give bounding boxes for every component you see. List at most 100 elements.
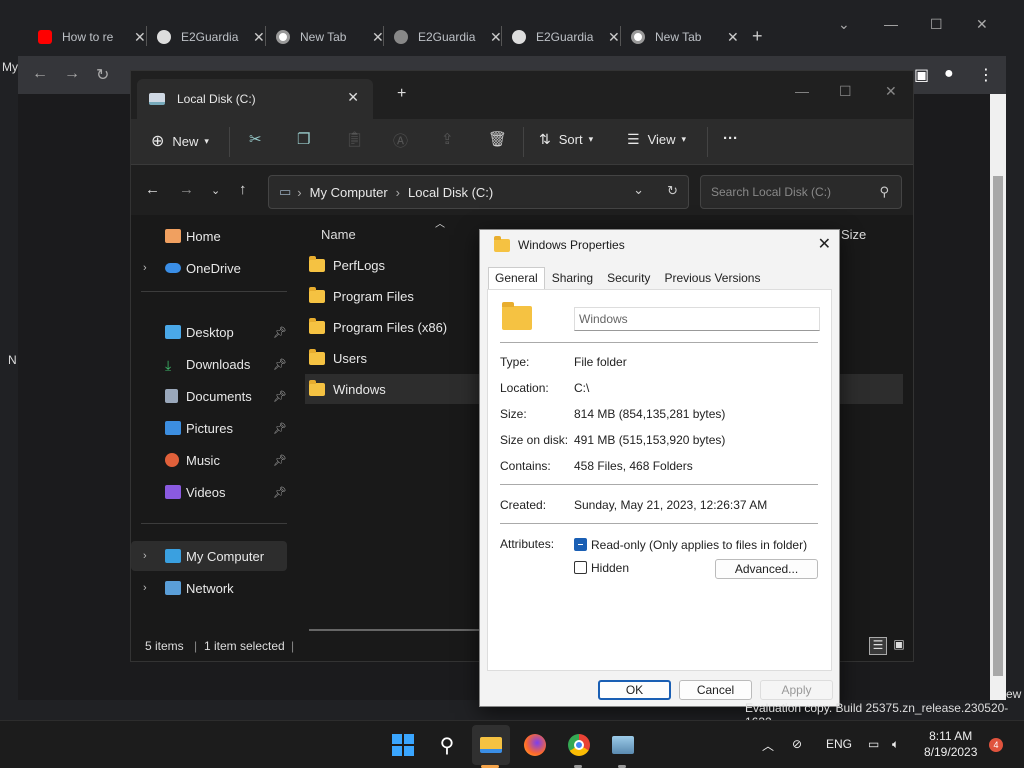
new-button[interactable]: ⊕ New ▾ — [151, 131, 209, 151]
chevron-right-icon[interactable]: › — [143, 582, 147, 594]
tab-general[interactable]: General — [488, 267, 545, 289]
chevron-up-icon[interactable]: ︿ — [762, 737, 774, 754]
more-options-icon[interactable]: ··· — [723, 130, 738, 147]
photos-taskbar-icon[interactable] — [609, 731, 637, 759]
chrome-taskbar-icon[interactable] — [565, 731, 593, 759]
column-header-size[interactable]: Size — [841, 227, 866, 242]
tab-security[interactable]: Security — [600, 267, 657, 289]
tab-previous-versions[interactable]: Previous Versions — [657, 267, 767, 289]
scrollbar-thumb[interactable] — [993, 176, 1003, 676]
pin-icon[interactable]: 📌︎ — [273, 358, 287, 371]
explorer-tab[interactable]: Local Disk (C:) ✕ — [137, 79, 373, 119]
cut-icon[interactable]: ✂ — [249, 130, 262, 148]
minimize-icon[interactable]: — — [795, 83, 809, 99]
close-icon[interactable]: ✕ — [976, 16, 988, 33]
pin-icon[interactable]: 📌︎ — [273, 454, 287, 467]
start-button[interactable] — [389, 731, 417, 759]
breadcrumb-my-computer[interactable]: My Computer — [310, 185, 388, 200]
folder-name-field[interactable]: Windows — [574, 307, 820, 331]
horizontal-scrollbar[interactable] — [309, 629, 479, 631]
profile-icon[interactable]: ● — [944, 65, 954, 83]
sidebar-item-my-computer[interactable]: › My Computer — [131, 541, 287, 571]
sidebar-item-videos[interactable]: Videos 📌︎ — [131, 477, 287, 507]
pin-icon[interactable]: 📌︎ — [273, 422, 287, 435]
sidebar-item-network[interactable]: › Network — [131, 573, 287, 603]
copy-icon[interactable]: ❐ — [297, 130, 310, 148]
chrome-tab[interactable]: E2Guardia ✕ — [157, 24, 265, 50]
back-icon[interactable]: ← — [32, 65, 48, 83]
close-icon[interactable]: ✕ — [372, 29, 384, 46]
chrome-tab[interactable]: New Tab ✕ — [631, 24, 739, 50]
sidebar-item-documents[interactable]: Documents 📌︎ — [131, 381, 287, 411]
recent-locations-icon[interactable]: ⌄ — [211, 184, 220, 197]
breadcrumb-local-disk[interactable]: Local Disk (C:) — [408, 185, 493, 200]
chrome-tab[interactable]: E2Guardia ✕ — [512, 24, 620, 50]
close-icon[interactable]: ✕ — [253, 29, 265, 46]
pin-icon[interactable]: 📌︎ — [273, 390, 287, 403]
maximize-icon[interactable]: ☐ — [930, 16, 943, 33]
page-scrollbar[interactable] — [990, 94, 1006, 700]
hidden-checkbox[interactable] — [574, 561, 587, 574]
ok-button[interactable]: OK — [598, 680, 671, 700]
chevron-down-icon[interactable]: ⌄ — [633, 182, 644, 198]
menu-icon[interactable]: ⋮ — [978, 65, 994, 85]
forward-icon[interactable]: → — [64, 65, 80, 83]
forward-icon[interactable]: → — [179, 181, 194, 198]
advanced-button[interactable]: Advanced... — [715, 559, 818, 579]
new-tab-icon[interactable]: + — [752, 26, 763, 47]
pin-icon[interactable]: 📌︎ — [273, 486, 287, 499]
details-view-icon[interactable]: ☰ — [869, 637, 887, 655]
close-icon[interactable]: ✕ — [818, 234, 831, 254]
view-button[interactable]: ☰ View ▾ — [627, 131, 686, 148]
refresh-icon[interactable]: ↻ — [667, 183, 678, 199]
maximize-icon[interactable]: ☐ — [839, 83, 852, 100]
search-input[interactable]: Search Local Disk (C:) ⚲ — [700, 175, 902, 209]
language-indicator[interactable]: ENG — [826, 737, 852, 751]
close-icon[interactable]: ✕ — [608, 29, 620, 46]
chrome-tab[interactable]: E2Guardia ✕ — [394, 24, 502, 50]
rename-icon[interactable]: Ⓐ — [393, 130, 408, 151]
network-offline-icon[interactable]: ⊘ — [792, 737, 802, 751]
apply-button[interactable]: Apply — [760, 680, 833, 700]
tiles-view-icon[interactable]: ▣ — [891, 637, 907, 653]
display-icon[interactable]: ▭ — [868, 737, 879, 751]
address-bar[interactable]: ▭ › My Computer › Local Disk (C:) ⌄ ↻ — [268, 175, 689, 209]
system-clock[interactable]: 8:11 AM 8/19/2023 — [924, 728, 977, 760]
volume-icon[interactable]: 🔈︎ — [892, 737, 899, 752]
close-icon[interactable]: ✕ — [727, 29, 739, 46]
chrome-tab[interactable]: New Tab ✕ — [276, 24, 384, 50]
close-icon[interactable]: ✕ — [347, 89, 359, 106]
firefox-taskbar-icon[interactable] — [521, 731, 549, 759]
new-tab-icon[interactable]: + — [397, 85, 406, 103]
sort-button[interactable]: ⇅ Sort ▾ — [539, 131, 593, 148]
search-icon[interactable]: ⚲ — [433, 731, 461, 759]
sidebar-item-music[interactable]: Music 📌︎ — [131, 445, 287, 475]
side-panel-icon[interactable]: ▣ — [914, 65, 929, 85]
chevron-right-icon[interactable]: › — [143, 550, 147, 562]
file-explorer-taskbar-icon[interactable] — [477, 731, 505, 759]
chevron-right-icon[interactable]: › — [143, 262, 147, 274]
paste-icon[interactable]: 📋︎ — [345, 130, 364, 148]
cancel-button[interactable]: Cancel — [679, 680, 752, 700]
sidebar-item-downloads[interactable]: ⤓ Downloads 📌︎ — [131, 349, 287, 379]
back-icon[interactable]: ← — [145, 181, 160, 198]
share-icon[interactable]: ⇪ — [441, 130, 454, 148]
up-icon[interactable]: ↑ — [239, 181, 247, 198]
close-icon[interactable]: ✕ — [490, 29, 502, 46]
sidebar-item-desktop[interactable]: Desktop 📌︎ — [131, 317, 287, 347]
tab-search-icon[interactable]: ⌄ — [838, 16, 850, 33]
close-icon[interactable]: ✕ — [134, 29, 146, 46]
pin-icon[interactable]: 📌︎ — [273, 326, 287, 339]
minimize-icon[interactable]: — — [884, 16, 898, 32]
tab-sharing[interactable]: Sharing — [545, 267, 600, 289]
sidebar-item-pictures[interactable]: Pictures 📌︎ — [131, 413, 287, 443]
notification-badge[interactable]: 4 — [989, 738, 1003, 752]
sidebar-item-onedrive[interactable]: › OneDrive — [131, 253, 287, 283]
column-header-name[interactable]: Name — [321, 227, 356, 242]
close-icon[interactable]: ✕ — [885, 83, 897, 100]
sidebar-item-home[interactable]: Home — [131, 221, 287, 251]
readonly-checkbox[interactable] — [574, 538, 587, 551]
reload-icon[interactable]: ↻ — [96, 65, 109, 85]
chrome-tab[interactable]: How to re ✕ — [38, 24, 146, 50]
delete-icon[interactable]: 🗑︎ — [488, 130, 507, 148]
